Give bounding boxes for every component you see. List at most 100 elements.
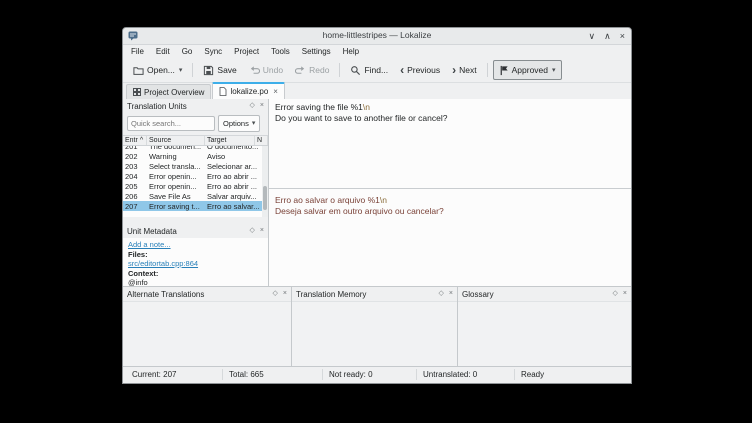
cell-source: Save File As: [149, 191, 191, 201]
next-label: Next: [459, 65, 477, 75]
alternate-translations-panel: Alternate Translations ◇ ×: [123, 287, 292, 369]
float-icon[interactable]: ◇: [439, 287, 444, 301]
tabbar: Project Overview lokalize.po ×: [123, 82, 631, 99]
panel-title: Glossary: [462, 289, 494, 299]
cell-source: Warning: [149, 151, 177, 161]
find-button[interactable]: Find...: [345, 61, 393, 79]
window-title: home-littlestripes — Lokalize: [322, 30, 432, 40]
cell-source: Select transla...: [149, 161, 201, 171]
close-icon[interactable]: ×: [283, 287, 287, 301]
open-label: Open...: [147, 65, 175, 75]
status-not-ready: Not ready: 0: [329, 370, 373, 379]
table-row[interactable]: 205 Error openin... Erro ao abrir ...: [123, 181, 268, 191]
save-label: Save: [217, 65, 237, 75]
panel-title: Translation Memory: [296, 289, 367, 299]
toolbar-separator: [339, 63, 341, 77]
table-row[interactable]: 202 Warning Aviso: [123, 151, 268, 161]
panel-title: Alternate Translations: [127, 289, 205, 299]
lokalize-window: home-littlestripes — Lokalize ∨ ∧ × File…: [122, 27, 632, 384]
cell-target: Salvar arquiv...: [207, 191, 257, 201]
cell-target: Erro ao salvar...: [207, 201, 260, 211]
close-icon[interactable]: ×: [260, 99, 264, 113]
cell-target: Selecionar ar...: [207, 161, 258, 171]
menu-tools[interactable]: Tools: [271, 47, 290, 56]
tab-project-overview[interactable]: Project Overview: [126, 84, 212, 99]
approved-label: Approved: [511, 65, 549, 75]
close-icon[interactable]: ×: [260, 224, 264, 238]
table-scrollbar[interactable]: [262, 146, 268, 217]
glossary-panel: Glossary ◇ ×: [458, 287, 631, 369]
open-button[interactable]: Open... ▾: [128, 61, 187, 79]
maximize-icon[interactable]: ∧: [604, 29, 611, 43]
menu-help[interactable]: Help: [343, 47, 359, 56]
float-icon[interactable]: ◇: [250, 99, 255, 113]
table-row-selected[interactable]: 207 Error saving t... Erro ao salvar...: [123, 201, 268, 211]
file-link[interactable]: src/editortab.cpp:864: [128, 259, 198, 268]
toolbar-separator: [192, 63, 194, 77]
options-button[interactable]: Options ▾: [218, 114, 261, 132]
chevron-down-icon: ▾: [251, 120, 256, 127]
table-row[interactable]: 206 Save File As Salvar arquiv...: [123, 191, 268, 201]
float-icon[interactable]: ◇: [613, 287, 618, 301]
menu-settings[interactable]: Settings: [302, 47, 331, 56]
translation-memory-panel: Translation Memory ◇ ×: [292, 287, 458, 369]
close-icon[interactable]: ×: [620, 29, 625, 43]
column-notes[interactable]: N: [255, 136, 268, 145]
source-line: Error saving the file %1: [275, 102, 363, 112]
menu-sync[interactable]: Sync: [204, 47, 222, 56]
column-label: Target: [207, 137, 227, 144]
main-area: Translation Units ◇ × Options ▾ Entr ^: [123, 99, 631, 287]
table-row[interactable]: 203 Select transla... Selecionar ar...: [123, 161, 268, 171]
panel-title: Translation Units: [127, 101, 187, 111]
tab-lokalize-po[interactable]: lokalize.po ×: [212, 82, 285, 99]
document-icon: [220, 87, 227, 96]
titlebar[interactable]: home-littlestripes — Lokalize ∨ ∧ ×: [123, 28, 631, 45]
cell-entry: 201: [125, 146, 138, 151]
status-current: Current: 207: [132, 370, 177, 379]
approved-toggle[interactable]: Approved ▾: [492, 60, 562, 80]
cell-source: Error openin...: [149, 171, 197, 181]
quick-search-input[interactable]: [127, 115, 215, 131]
toolbar: Open... ▾ Save Undo Redo Find... ‹ Previ…: [123, 58, 631, 83]
tab-close-icon[interactable]: ×: [273, 87, 278, 96]
search-row: Options ▾: [123, 113, 268, 133]
table-row[interactable]: 204 Error openin... Erro ao abrir ...: [123, 171, 268, 181]
chevron-down-icon[interactable]: ▾: [552, 66, 556, 74]
table-header: Entr ^ Source Target N: [123, 135, 268, 146]
previous-label: Previous: [407, 65, 441, 75]
close-icon[interactable]: ×: [623, 287, 627, 301]
unit-metadata-header: Unit Metadata ◇ ×: [123, 224, 268, 238]
next-button[interactable]: › Next: [447, 61, 481, 79]
menu-go[interactable]: Go: [182, 47, 193, 56]
chevron-left-icon: ‹: [400, 63, 405, 77]
menu-edit[interactable]: Edit: [156, 47, 170, 56]
column-entry[interactable]: Entr ^: [123, 136, 147, 145]
menu-project[interactable]: Project: [234, 47, 259, 56]
float-icon[interactable]: ◇: [250, 224, 255, 238]
bottom-docks: Alternate Translations ◇ × Translation M…: [123, 286, 631, 369]
float-icon[interactable]: ◇: [273, 287, 278, 301]
table-row[interactable]: 201 The documen... O documento...: [123, 146, 268, 151]
previous-button[interactable]: ‹ Previous: [395, 61, 445, 79]
save-icon: [204, 65, 214, 75]
add-note-link[interactable]: Add a note...: [128, 240, 171, 249]
redo-button[interactable]: Redo: [290, 61, 334, 79]
translation-units-panel: Translation Units ◇ × Options ▾ Entr ^: [123, 99, 269, 287]
scrollbar-thumb[interactable]: [263, 186, 267, 210]
column-target[interactable]: Target: [205, 136, 255, 145]
save-button[interactable]: Save: [198, 61, 241, 79]
sort-asc-icon: ^: [139, 137, 144, 144]
undo-button[interactable]: Undo: [244, 61, 288, 79]
minimize-icon[interactable]: ∨: [589, 29, 596, 43]
folder-open-icon: [133, 66, 144, 75]
units-table: 201 The documen... O documento... 202 Wa…: [123, 146, 268, 217]
column-source[interactable]: Source: [147, 136, 205, 145]
chevron-down-icon[interactable]: ▾: [179, 66, 183, 74]
status-separator: [416, 369, 417, 380]
undo-icon: [250, 65, 260, 74]
target-text-editor[interactable]: Erro ao salvar o arquivo %1\n Deseja sal…: [269, 189, 631, 286]
status-ready: Ready: [521, 370, 545, 379]
redo-label: Redo: [309, 65, 330, 75]
close-icon[interactable]: ×: [449, 287, 453, 301]
menu-file[interactable]: File: [131, 47, 144, 56]
